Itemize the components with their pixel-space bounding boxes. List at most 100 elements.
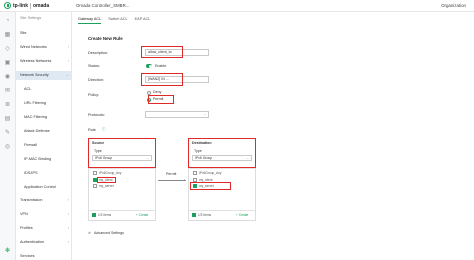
sidebar-item-label: VPN (20, 212, 28, 216)
chevron-right-icon: › (67, 212, 69, 216)
sidebar-item-wireless-networks[interactable]: Wireless Networks › (16, 57, 72, 66)
sidebar-item-vpn[interactable]: VPN › (16, 210, 72, 219)
insights-icon[interactable]: ✉ (4, 88, 11, 95)
source-item-checkbox-my-server[interactable] (93, 184, 97, 188)
sidebar-item-firewall[interactable]: Firewall (16, 141, 72, 150)
settings-gear-icon[interactable]: ✻ (4, 248, 11, 255)
destination-count: 1/3 Items (198, 213, 212, 217)
destination-select-all-checkbox[interactable] (192, 213, 196, 217)
source-my-client-highlight (97, 177, 116, 183)
source-title: Source (92, 141, 105, 145)
policy-label: Policy: (88, 93, 100, 97)
destination-footer-divider (189, 210, 255, 211)
organization-menu[interactable]: Organization (441, 3, 466, 8)
sidebar-item-label: Wireless Networks (20, 59, 52, 63)
destination-item-checkbox-any[interactable] (193, 171, 197, 175)
controller-title[interactable]: Omada Controller_SMBR... (76, 3, 129, 8)
chevron-right-icon: › (67, 45, 69, 49)
chevron-right-icon: › (67, 59, 69, 63)
logs-icon[interactable]: ≣ (4, 102, 11, 109)
brand: tp-link omada (0, 2, 72, 9)
protocols-select[interactable]: ⌄ (145, 111, 209, 118)
sidebar-item-network-security[interactable]: Network Security ⌄ (16, 71, 72, 80)
sidebar-item-services[interactable]: Services (16, 252, 72, 260)
source-count: 1/3 Items (98, 213, 112, 217)
clients-icon[interactable]: ◉ (4, 74, 11, 81)
destination-item-label: IPv6Group_Any (199, 171, 222, 175)
source-type-label: Type (94, 149, 102, 153)
sidebar-item-label: Profiles (20, 226, 33, 230)
chevron-down-icon: ⌄ (203, 112, 206, 116)
chevron-right-icon: › (67, 226, 69, 230)
advanced-settings-toggle[interactable]: Advanced Settings (94, 231, 124, 235)
acl-tabs: Gateway ACL Switch ACL EAP ACL (78, 17, 157, 24)
settings-sidebar: Site Settings Site Wired Networks › Wire… (16, 12, 72, 260)
destination-title: Destination (192, 141, 212, 145)
permit-flow-label: Permit (166, 172, 177, 176)
protocols-label: Protocols: (88, 113, 105, 117)
source-select-all-checkbox[interactable] (92, 213, 96, 217)
brand-omada: omada (33, 2, 50, 9)
destination-type-value: IPv6 Group (195, 156, 213, 160)
destination-create-button[interactable]: + Create (236, 213, 248, 217)
destination-divider (189, 168, 255, 169)
chevron-down-icon: ⌄ (65, 73, 69, 77)
description-label: Description: (88, 51, 109, 55)
source-item-label: IPv6Group_Any (99, 171, 122, 175)
direction-label: Direction: (88, 78, 105, 82)
expand-plus-icon[interactable]: ⊕ (88, 231, 91, 235)
sidebar-item-label: Transmission (20, 198, 43, 202)
tab-gateway-acl[interactable]: Gateway ACL (78, 17, 102, 24)
direction-highlight (141, 73, 183, 86)
tools-icon[interactable]: ✎ (4, 130, 11, 137)
source-footer-divider (89, 210, 155, 211)
sidebar-heading-site-settings: Site Settings (20, 16, 42, 20)
sidebar-item-ip-mac-binding[interactable]: IP-MAC Binding (16, 155, 72, 164)
sidebar-item-label: Wired Networks (20, 45, 47, 49)
source-item-checkbox-any[interactable] (93, 171, 97, 175)
statistics-icon[interactable]: ▦ (4, 32, 11, 39)
source-create-button[interactable]: + Create (136, 213, 148, 217)
sidebar-item-site[interactable]: Site (16, 29, 72, 38)
sidebar-item-wired-networks[interactable]: Wired Networks › (16, 43, 72, 52)
description-highlight (141, 46, 183, 58)
sidebar-item-acl[interactable]: ACL (16, 85, 72, 94)
tab-eap-acl[interactable]: EAP ACL (135, 17, 151, 24)
sidebar-item-transmission[interactable]: Transmission › (16, 196, 72, 205)
destination-type-select[interactable]: IPv6 Group ⌄ (192, 155, 252, 161)
rule-info-icon[interactable]: ⓘ (102, 127, 106, 132)
source-item-label: my_server (99, 184, 114, 188)
rule-label: Rule (88, 128, 96, 132)
source-divider (89, 168, 155, 169)
destination-my-server-highlight (190, 182, 231, 190)
map-icon[interactable]: ◇ (4, 46, 11, 53)
chevron-down-icon: ⌄ (246, 156, 249, 160)
status-toggle[interactable] (146, 64, 152, 68)
brand-tplink: tp-link (13, 2, 28, 9)
sidebar-item-authentication[interactable]: Authentication › (16, 238, 72, 247)
tab-switch-acl[interactable]: Switch ACL (108, 17, 127, 24)
source-type-select[interactable]: IPv6 Group ⌄ (92, 155, 152, 161)
status-label: Status: (88, 64, 100, 68)
sidebar-item-ids-ips[interactable]: IDS/IPS (16, 169, 72, 178)
sidebar-item-url-filtering[interactable]: URL Filtering (16, 99, 72, 108)
tplink-logo-icon (4, 2, 11, 9)
page-title: Create New Rule (88, 36, 123, 41)
sidebar-item-mac-filtering[interactable]: MAC Filtering (16, 113, 72, 122)
sidebar-item-profiles[interactable]: Profiles › (16, 224, 72, 233)
destination-type-label: Type (194, 149, 202, 153)
reports-icon[interactable]: ▤ (4, 116, 11, 123)
policy-permit-highlight (148, 95, 174, 104)
icon-rail: ◔ ▦ ◇ ▣ ◉ ✉ ≣ ▤ ✎ ◎ ✻ (0, 12, 16, 260)
hotspot-icon[interactable]: ◎ (4, 144, 11, 151)
policy-deny-label: Deny (153, 90, 162, 94)
sidebar-item-attack-defense[interactable]: Attack Defense (16, 127, 72, 136)
brand-divider (30, 2, 31, 9)
sidebar-item-application-control[interactable]: Application Control (16, 183, 72, 192)
chevron-right-icon: › (67, 240, 69, 244)
arrow-right-icon: › (184, 178, 186, 182)
status-value: Enable (155, 64, 167, 68)
dashboard-icon[interactable]: ◔ (4, 18, 11, 25)
devices-icon[interactable]: ▣ (4, 60, 11, 67)
chevron-down-icon: ⌄ (146, 156, 149, 160)
